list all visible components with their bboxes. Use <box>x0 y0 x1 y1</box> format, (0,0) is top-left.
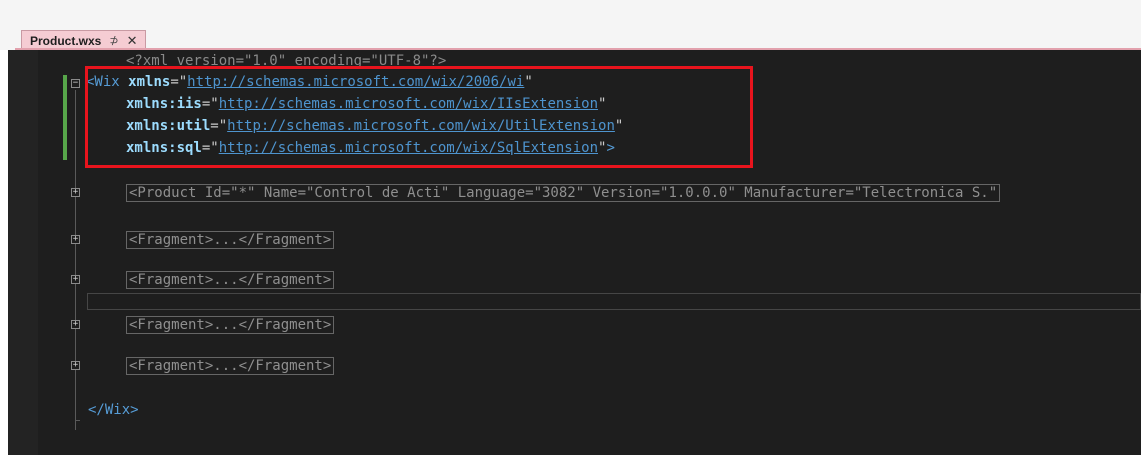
fragment-collapsed-block[interactable]: <Fragment>...</Fragment> <box>126 316 335 334</box>
editor-margin <box>8 50 38 455</box>
fragment-collapsed-block[interactable]: <Fragment>...</Fragment> <box>126 271 335 289</box>
expand-fragment-icon[interactable]: + <box>71 361 80 370</box>
namespace-highlight-box <box>85 66 753 168</box>
expand-fragment-icon[interactable]: + <box>71 275 80 284</box>
code-editor[interactable]: − + + + + + <?xml version="1.0" encoding… <box>8 50 1141 455</box>
fragment-collapsed-line[interactable]: <Fragment>...</Fragment> <box>126 271 335 290</box>
change-tracking-bar <box>63 75 67 160</box>
tab-product-wxs[interactable]: Product.wxs ⊅ ✕ <box>21 30 147 50</box>
fragment-collapsed-block[interactable]: <Fragment>...</Fragment> <box>126 357 335 375</box>
outline-guide-end <box>75 420 80 421</box>
expand-product-icon[interactable]: + <box>71 188 80 197</box>
document-tabstrip: Product.wxs ⊅ ✕ <box>0 0 1141 50</box>
product-collapsed-line[interactable]: <Product Id="*" Name="Control de Acti" L… <box>126 184 1001 203</box>
fragment-collapsed-line[interactable]: <Fragment>...</Fragment> <box>126 316 335 335</box>
expand-fragment-icon[interactable]: + <box>71 235 80 244</box>
fragment-collapsed-block[interactable]: <Fragment>...</Fragment> <box>126 231 335 249</box>
pin-icon[interactable]: ⊅ <box>109 34 118 47</box>
wix-close-tag: </Wix> <box>88 402 139 418</box>
tab-title: Product.wxs <box>30 33 102 48</box>
current-line-indicator <box>87 293 1141 310</box>
fragment-collapsed-line[interactable]: <Fragment>...</Fragment> <box>126 231 335 250</box>
collapse-wix-icon[interactable]: − <box>71 79 80 88</box>
outline-guide <box>75 90 76 430</box>
expand-fragment-icon[interactable]: + <box>71 320 80 329</box>
close-icon[interactable]: ✕ <box>127 33 138 49</box>
product-collapsed-block[interactable]: <Product Id="*" Name="Control de Acti" L… <box>126 184 1001 202</box>
fragment-collapsed-line[interactable]: <Fragment>...</Fragment> <box>126 357 335 376</box>
